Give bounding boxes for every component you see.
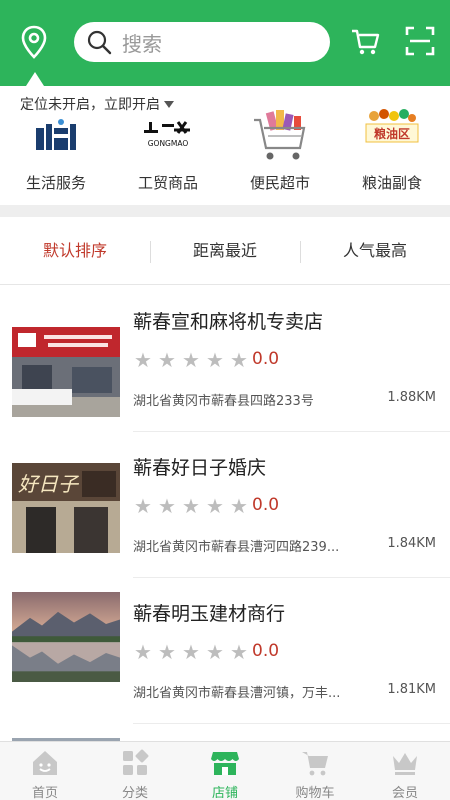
store-address: 湖北省黄冈市蕲春县漕河四路239... [133,540,340,555]
app-screen: 搜索 定位未开启，立即开启 生活服务 GONGMAO 工贸商品 便民超市 粮油区… [0,0,450,800]
store-thumbnail: 好日子 [12,463,120,553]
store-address: 湖北省黄冈市蕲春县四路233号 [133,394,314,409]
category-label: 粮油副食 [361,174,422,192]
nav-label: 首页 [31,786,58,800]
top-bar: 搜索 [0,0,450,86]
tab-most-popular[interactable]: 人气最高 [300,217,450,285]
search-icon [87,30,112,55]
star-icon: ★ [182,640,200,664]
store-list-item[interactable]: 蕲春明玉建材商行 ★ ★ ★ ★ ★ 0.0 湖北省黄冈市蕲春县漕河镇，万丰... 1.… [0,578,450,724]
nav-cart[interactable]: 购物车 [270,742,360,800]
star-icon: ★ [182,494,200,518]
rating-score: 0.0 [252,349,280,369]
location-popover-caret [26,72,44,86]
star-icon: ★ [158,494,176,518]
star-icon: ★ [158,348,176,372]
grain-logo-text: 粮油区 [374,126,410,141]
star-icon: ★ [134,494,152,518]
star-icon: ★ [158,640,176,664]
nav-label: 分类 [121,786,148,800]
nav-member[interactable]: 会员 [360,742,450,800]
store-thumbnail [12,327,120,417]
shopping-cart-photo [254,110,306,160]
store-icon [211,752,239,775]
category-label: 工贸商品 [137,174,198,192]
cart-icon [302,752,328,776]
item-divider [133,723,450,724]
category-icon [123,749,149,775]
store-list-item[interactable]: 好日子 蕲春好日子婚庆 ★ ★ ★ ★ ★ 0.0 湖北省黄冈市蕲春县漕河四路239..… [0,432,450,578]
star-icon: ★ [206,494,224,518]
search-bar[interactable]: 搜索 [74,22,330,62]
tab-default-sort[interactable]: 默认排序 [0,217,150,285]
star-rating: ★ ★ ★ ★ ★ [134,349,254,371]
scan-icon[interactable] [405,26,435,56]
category-gongmao[interactable]: GONGMAO 工贸商品 [112,100,224,200]
tab-nearest[interactable]: 距离最近 [150,217,300,285]
life-service-logo [36,119,76,150]
store-address: 湖北省黄冈市蕲春县漕河镇，万丰... [133,686,341,701]
bottom-navigation: 首页 分类 店铺 购物车 会员 [0,741,450,800]
store-name: 蕲春好日子婚庆 [133,457,267,479]
star-icon: ★ [230,348,248,372]
star-rating: ★ ★ ★ ★ ★ [134,495,254,517]
star-rating: ★ ★ ★ ★ ★ [134,641,254,663]
store-distance: 1.81KM [387,682,436,697]
rating-score: 0.0 [252,495,280,515]
store-name: 蕲春明玉建材商行 [133,603,286,625]
location-pin-icon[interactable] [18,24,50,60]
section-divider [0,205,450,217]
star-icon: ★ [206,640,224,664]
star-icon: ★ [134,640,152,664]
svg-text:好日子: 好日子 [18,472,80,496]
nav-label: 购物车 [295,786,335,800]
nav-label: 店铺 [211,786,238,800]
home-icon [33,751,57,775]
gongmao-logo-text: GONGMAO [148,139,189,148]
gongmao-logo: GONGMAO [144,121,190,148]
store-distance: 1.88KM [387,390,436,405]
nav-category[interactable]: 分类 [90,742,180,800]
cart-icon[interactable] [350,27,380,57]
grain-oil-logo: 粮油区 [365,109,419,143]
sort-tabs: 默认排序 距离最近 人气最高 [0,217,450,285]
nav-label: 会员 [391,786,418,800]
nav-store[interactable]: 店铺 [180,742,270,800]
rating-score: 0.0 [252,641,280,661]
store-list-item[interactable]: 蕲春宣和麻将机专卖店 ★ ★ ★ ★ ★ 0.0 湖北省黄冈市蕲春县四路233号 1.8… [0,286,450,432]
crown-icon [393,753,417,775]
store-name: 蕲春宣和麻将机专卖店 [133,311,324,333]
category-row: 生活服务 GONGMAO 工贸商品 便民超市 粮油区 粮油副食 [0,100,450,200]
star-icon: ★ [134,348,152,372]
nav-home[interactable]: 首页 [0,742,90,800]
star-icon: ★ [230,640,248,664]
category-label: 生活服务 [25,174,86,192]
search-placeholder: 搜索 [122,31,162,56]
category-life-service[interactable]: 生活服务 [0,100,112,200]
category-label: 便民超市 [249,174,310,192]
category-supermarket[interactable]: 便民超市 [224,100,336,200]
store-thumbnail [12,592,120,682]
category-grain-oil[interactable]: 粮油区 粮油副食 [336,100,448,200]
star-icon: ★ [182,348,200,372]
star-icon: ★ [206,348,224,372]
star-icon: ★ [230,494,248,518]
store-distance: 1.84KM [387,536,436,551]
